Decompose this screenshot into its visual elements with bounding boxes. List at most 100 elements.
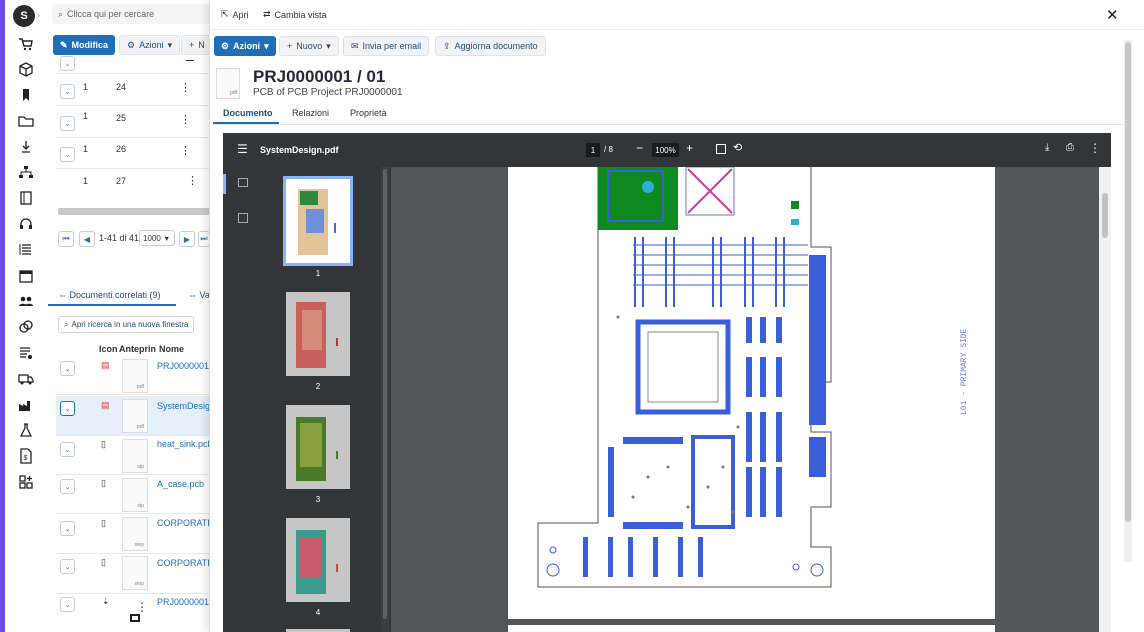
table-row[interactable]: ⌄ 1 25 ⋮ [56,107,210,138]
list-settings-icon[interactable] [18,345,34,361]
doc-name-link[interactable]: PRJ0000001 [157,597,209,607]
list-item[interactable]: ⌄ ⇣ ⋮ PRJ0000001 [56,594,210,632]
pdf-viewer[interactable]: ☰ SystemDesign.pdf 1 / 8 − 100% + ⟲ ⤓ ⎙ … [223,133,1111,632]
expand-icon[interactable]: ⌄ [60,361,75,376]
folder-icon[interactable] [18,113,34,129]
bookmark-icon[interactable] [18,87,34,103]
expand-icon[interactable]: ⌄ [60,521,75,536]
doc-name-link[interactable]: CORPORATE. [157,558,216,568]
preview-thumbnail[interactable]: step [122,517,148,551]
preview-thumbnail[interactable]: stp [122,478,148,512]
thumbnails-view-icon[interactable] [238,178,248,187]
doc-name-link[interactable]: SystemDesig [157,401,210,411]
doc-name-link[interactable]: A_case.pcb [157,479,204,489]
rotate-icon[interactable]: ⟲ [733,141,742,154]
expand-icon[interactable]: ⌄ [60,56,75,71]
horizontal-scrollbar[interactable] [58,208,210,215]
list-item[interactable]: ⌄ ▯ step CORPORATE. [56,554,216,594]
page-thumbnail[interactable]: 2 [286,292,350,391]
expand-icon[interactable]: ⌄ [60,442,75,457]
expand-icon[interactable]: ⌄ [60,597,75,612]
factory-icon[interactable] [18,397,34,413]
change-view-button[interactable]: ⇄ Cambia vista [263,9,327,20]
azioni-button[interactable]: ⚙ Azioni ▾ [214,36,276,56]
nuovo-button[interactable]: + Nuovo ▾ [279,36,339,56]
page-thumbnail[interactable]: 3 [286,405,350,504]
expand-icon[interactable]: ⌄ [60,84,75,99]
outline-view-icon[interactable] [238,213,248,223]
chevron-right-icon[interactable]: › [37,10,40,20]
expand-icon[interactable]: ⌄ [60,559,75,574]
truck-icon[interactable] [18,371,34,387]
global-search[interactable]: ⌕ Clicca qui per cercare [52,4,212,24]
preview-thumbnail[interactable]: stp [122,439,148,473]
zoom-out-icon[interactable]: − [636,141,643,155]
page-thumbnail[interactable]: 4 [286,518,350,617]
more-menu-icon[interactable]: ⋮ [180,144,191,157]
page-number-input[interactable]: 1 [586,143,600,157]
next-page-button[interactable]: ▶ [179,231,195,247]
send-email-button[interactable]: ✉ Invia per email [343,36,430,56]
cart-icon[interactable] [18,36,34,52]
download-icon[interactable] [18,139,34,155]
book-icon[interactable] [18,190,34,206]
table-row[interactable]: 1 27 ⋮ [56,170,210,188]
preview-thumbnail[interactable]: step [122,556,148,590]
more-menu-icon[interactable]: ⋮ [180,113,191,126]
coins-icon[interactable] [18,319,34,335]
download-icon[interactable]: ⤓ [1045,142,1049,153]
viewer-scroll-thumb[interactable] [1102,193,1108,238]
open-search-button[interactable]: ⌕ Apri ricerca in una nuova finestra [58,316,195,333]
print-icon[interactable]: ⎙ [1066,142,1074,153]
calendar-icon[interactable] [18,268,34,284]
zoom-input[interactable]: 100% [652,143,679,157]
app-logo[interactable]: S [13,5,35,27]
apps-icon[interactable] [18,474,34,490]
tab-relazioni[interactable]: Relazioni [292,108,329,118]
list-item[interactable]: ⌄ ▯ stp A_case.pcb [56,475,210,514]
table-row[interactable]: ⌄ [56,46,210,74]
page-thumbnail[interactable]: 1 [283,176,353,278]
list-icon[interactable] [18,242,34,258]
update-document-button[interactable]: ⇪ Aggiorna documento [435,36,546,56]
tab-documento[interactable]: Documento [223,108,273,118]
list-item[interactable]: ⌄ ▤ pdf PRJ0000001 [56,355,210,395]
col-header-preview[interactable]: Anteprin [119,344,156,354]
list-item[interactable]: ⌄ ▯ step CORPORATE_ [56,514,218,554]
doc-name-link[interactable]: heat_sink.pcb [157,439,213,449]
headset-icon[interactable] [18,216,34,232]
first-page-button[interactable]: ⏮ [58,231,74,247]
list-item[interactable]: ⌄ ▯ stp heat_sink.pcb [56,436,213,475]
box-icon[interactable] [18,61,34,77]
expand-icon[interactable]: ⌄ [60,116,75,131]
list-item[interactable]: ⌄ ▤ pdf SystemDesig [56,396,210,436]
zoom-in-icon[interactable]: + [686,141,693,155]
expand-icon[interactable]: ⌄ [60,401,75,416]
prev-page-button[interactable]: ◀ [79,231,95,247]
col-header-icon[interactable]: Icon [99,344,118,354]
page-size-select[interactable]: 1000 ▾ [139,230,175,246]
more-menu-icon[interactable]: ⋮ [1089,141,1101,155]
preview-thumbnail[interactable]: pdf [122,399,148,433]
drag-handle[interactable] [186,60,194,61]
more-menu-icon[interactable]: ⋮ [180,81,191,94]
users-icon[interactable] [18,293,34,309]
col-header-name[interactable]: Nome [159,344,184,354]
expand-icon[interactable]: ⌄ [60,479,75,494]
panel-scroll-thumb[interactable] [1125,42,1131,522]
tab-proprieta[interactable]: Proprietà [350,108,387,118]
tab-documenti-correlati[interactable]: ⇔ Documenti correlati (9) [58,290,161,300]
fit-page-icon[interactable] [716,144,726,154]
more-menu-icon[interactable]: ⋮ [187,174,198,187]
table-row[interactable]: ⌄ 1 24 ⋮ [56,75,210,106]
flask-icon[interactable] [18,422,34,438]
more-menu-icon[interactable]: ⋮ [136,600,148,614]
open-button[interactable]: ⇱ Apri [221,9,249,20]
sidebar-scroll-thumb[interactable] [383,169,387,619]
invoice-icon[interactable]: $ [18,448,34,464]
tab-other[interactable]: ⇔ Va [188,290,210,300]
hierarchy-icon[interactable] [18,164,34,180]
doc-name-link[interactable]: PRJ0000001 [157,361,209,371]
close-icon[interactable]: ✕ [1106,6,1119,24]
table-row[interactable]: ⌄ 1 26 ⋮ [56,138,210,169]
